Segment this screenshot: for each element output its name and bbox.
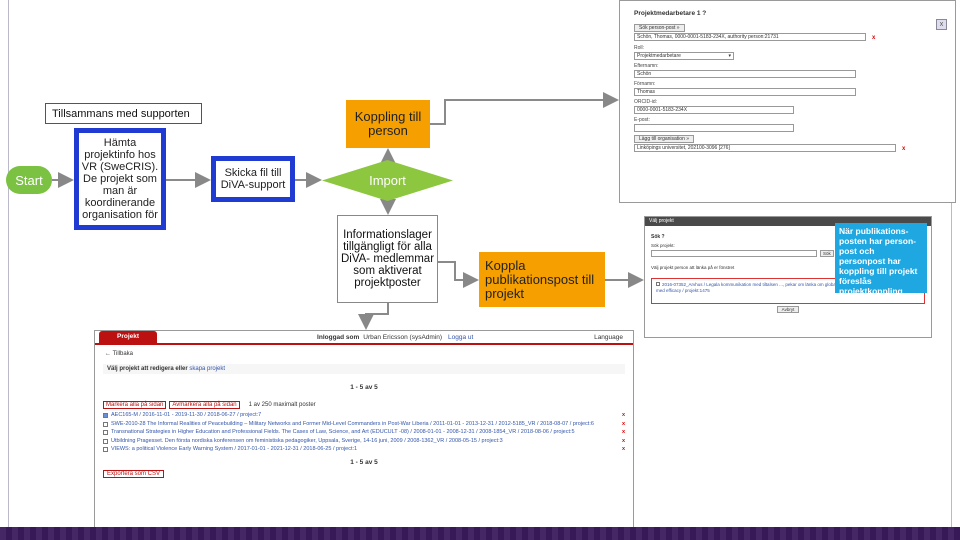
orcid-field[interactable]: 0000-0001-5183-234X xyxy=(634,106,794,114)
sok-person-button[interactable]: Sök person-post » xyxy=(634,24,685,32)
user-name: Urban Ericsson (sysAdmin) xyxy=(363,333,443,341)
row-checkbox[interactable] xyxy=(103,413,108,418)
project-suggest-screenshot: Välj projekt Sök ? Sök projekt: Sök Välj… xyxy=(644,216,932,338)
koppla-box: Koppla publikationspost till projekt xyxy=(479,252,605,307)
remove-row-icon[interactable]: x xyxy=(622,429,625,436)
selected-count: 1 av 250 maximalt poster xyxy=(248,402,316,408)
close-icon[interactable]: x xyxy=(936,19,947,30)
choose-row: Välj projekt att redigera eller skapa pr… xyxy=(103,364,625,374)
bottom-bar xyxy=(0,527,960,540)
orcid-label: ORCID-id: xyxy=(634,99,658,105)
import-label: Import xyxy=(369,173,406,188)
remove-row-icon[interactable]: x xyxy=(622,421,625,428)
epost-label: E-post: xyxy=(634,117,650,123)
arrow-koppling-screenshot xyxy=(430,92,619,125)
choose-text: Välj projekt att redigera eller xyxy=(107,366,188,372)
export-csv-button[interactable]: Exportera som CSV xyxy=(103,469,165,478)
suggestion-checkbox[interactable] xyxy=(656,282,660,286)
remove-row-icon[interactable]: x xyxy=(622,438,625,445)
row-checkbox[interactable] xyxy=(103,438,108,444)
info-box: Informationslager tillgängligt för alla … xyxy=(337,215,438,303)
remove-person-icon[interactable]: x xyxy=(872,35,875,41)
epost-field[interactable] xyxy=(634,124,794,132)
chevron-down-icon: ▾ xyxy=(728,53,731,59)
roll-value: Projektmedarbetare xyxy=(637,53,681,59)
arrow-left-icon: ← xyxy=(105,351,111,357)
avbryt-button[interactable]: Avbryt xyxy=(776,306,800,313)
search-input[interactable] xyxy=(651,250,817,257)
row-checkbox[interactable] xyxy=(103,430,108,435)
person-form-screenshot: Projektmedarbetare 1 ? Sök person-post »… xyxy=(619,0,956,203)
row-checkbox[interactable] xyxy=(103,421,108,427)
row-checkbox[interactable] xyxy=(103,447,108,452)
org-field[interactable]: Linköpings universitet, 202100-3096 [276… xyxy=(634,144,896,152)
arrow-info-screenshot xyxy=(358,303,389,330)
row-text[interactable]: Utbildning Pragesset. Den första nordisk… xyxy=(111,438,503,445)
logged-label: Inloggad som xyxy=(317,333,360,341)
arrow-info-koppla xyxy=(438,261,479,288)
callout-note: När publikations-posten har person-post … xyxy=(835,223,927,296)
back-link[interactable]: ← Tillbaka xyxy=(105,351,625,357)
efternamn-label: Efternamn: xyxy=(634,63,659,69)
form-title: Projektmedarbetare 1 ? xyxy=(634,10,707,17)
table-row[interactable]: VIEWS: a political Violence Early Warnin… xyxy=(103,446,625,453)
search-button[interactable]: Sök xyxy=(820,250,834,257)
efternamn-field[interactable]: Schön xyxy=(634,70,856,78)
row-text[interactable]: AEC165-M / 2016-11-01 - 2019-11-30 / 201… xyxy=(111,412,261,419)
tillsammans-note: Tillsammans med supporten xyxy=(45,103,202,124)
tab-projekt[interactable]: Projekt xyxy=(99,331,158,343)
skicka-box: Skicka fil till DiVA-support xyxy=(211,156,295,202)
logout-link[interactable]: Logga ut xyxy=(448,334,473,341)
row-text[interactable]: VIEWS: a political Violence Early Warnin… xyxy=(111,446,357,453)
mark-all-button[interactable]: Markera alla på sidan xyxy=(103,401,167,409)
fornamn-field[interactable]: Thomas xyxy=(634,88,856,96)
table-row[interactable]: AEC165-M / 2016-11-01 - 2019-11-30 / 201… xyxy=(103,412,625,419)
roll-select[interactable]: Projektmedarbetare ▾ xyxy=(634,52,734,60)
table-row[interactable]: Transnational Strategies in Higher Educa… xyxy=(103,429,625,436)
person-field[interactable]: Schön, Thomas, 0000-0001-5183-234X, auth… xyxy=(634,33,866,41)
hamta-box: Hämta projektinfo hos VR (SweCRIS). De p… xyxy=(74,128,166,230)
row-text[interactable]: SWE-2010-28 The Informal Realities of Pe… xyxy=(111,421,594,428)
language-link[interactable]: Language xyxy=(594,334,623,341)
project-list-screenshot: Projekt Inloggad som Urban Ericsson (sys… xyxy=(94,330,634,530)
roll-label: Roll: xyxy=(634,45,645,51)
paging-bottom: 1 - 5 av 5 xyxy=(350,458,378,466)
lagg-org-button[interactable]: Lägg till organisation » xyxy=(634,135,695,143)
unmark-all-button[interactable]: Avmarkera alla på sidan xyxy=(169,401,240,409)
create-link[interactable]: skapa projekt xyxy=(189,366,225,372)
row-text[interactable]: Transnational Strategies in Higher Educa… xyxy=(111,429,575,436)
back-label: Tillbaka xyxy=(112,351,134,357)
remove-row-icon[interactable]: x xyxy=(622,446,625,453)
paging-top: 1 - 5 av 5 xyxy=(350,384,378,391)
koppling-box: Koppling till person xyxy=(346,100,430,148)
remove-org-icon[interactable]: x xyxy=(902,146,905,152)
bot-header: Projekt Inloggad som Urban Ericsson (sys… xyxy=(95,331,633,345)
fornamn-label: Förnamn: xyxy=(634,81,656,87)
remove-row-icon[interactable]: x xyxy=(622,412,625,419)
table-row[interactable]: Utbildning Pragesset. Den första nordisk… xyxy=(103,438,625,445)
start-node: Start xyxy=(6,166,52,194)
table-row[interactable]: SWE-2010-28 The Informal Realities of Pe… xyxy=(103,421,625,428)
